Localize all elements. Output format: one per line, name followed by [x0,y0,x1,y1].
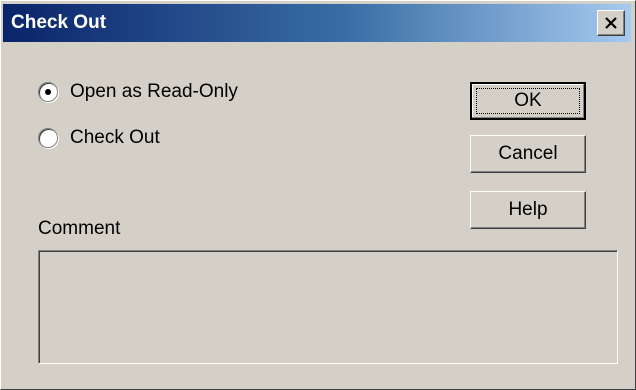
cancel-button-label: Cancel [498,143,558,164]
cancel-button[interactable]: Cancel [470,135,586,173]
close-button[interactable] [597,10,625,36]
radio-button-unselected[interactable] [38,128,58,148]
radio-label-open-read-only: Open as Read-Only [70,81,238,102]
comment-field[interactable] [38,250,618,364]
title-bar: Check Out [3,4,631,42]
radio-option-check-out[interactable]: Check Out [38,127,160,149]
help-button[interactable]: Help [470,191,586,229]
radio-button-selected[interactable] [38,82,58,102]
close-icon [605,17,617,29]
radio-label-check-out: Check Out [70,127,160,148]
ok-button[interactable]: OK [470,82,586,120]
comment-label: Comment [38,218,121,239]
check-out-dialog: Check Out Open as Read-Only Check Out OK… [0,0,636,390]
radio-option-open-read-only[interactable]: Open as Read-Only [38,81,238,103]
window-title: Check Out [11,12,107,33]
help-button-label: Help [508,199,548,220]
focus-rectangle [476,88,580,114]
